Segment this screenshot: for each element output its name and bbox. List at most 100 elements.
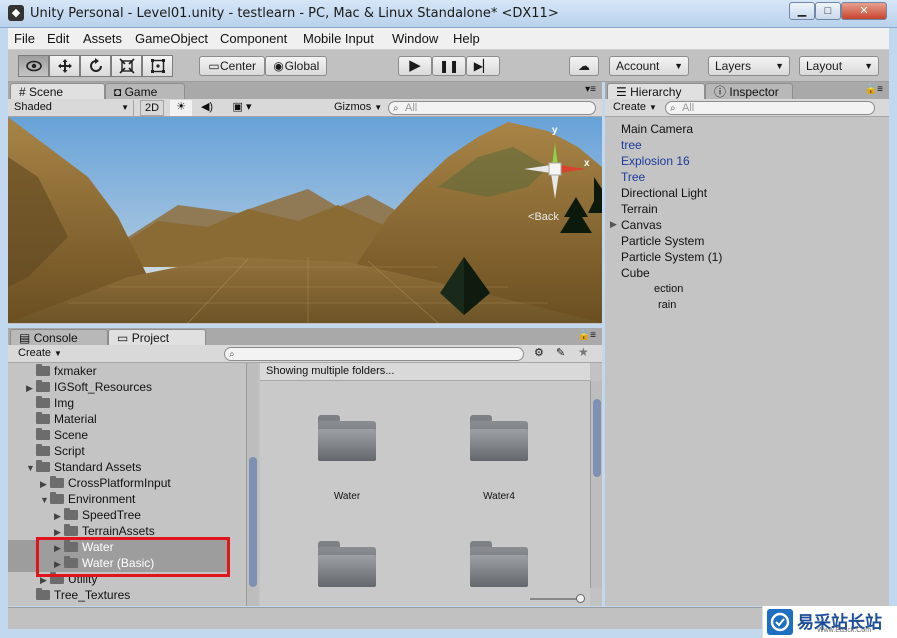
folder-tab-icon: ▭ [117, 331, 129, 345]
menu-component[interactable]: Component [220, 31, 287, 46]
tab-project[interactable]: ▭ Project [108, 329, 206, 346]
menu-window[interactable]: Window [392, 31, 438, 46]
layout-dropdown[interactable]: Layout ▼ [799, 56, 879, 76]
tree-row-fxmaker[interactable]: fxmaker [26, 364, 97, 380]
menu-help[interactable]: Help [453, 31, 480, 46]
dropdown-arrow-icon: ▼ [374, 103, 383, 112]
rotate-tool-button[interactable] [80, 55, 111, 77]
hierarchy-item-directional-light[interactable]: Directional Light [621, 186, 707, 200]
tree-row-label: Img [54, 396, 75, 410]
hierarchy-item-main-camera[interactable]: Main Camera [621, 122, 693, 136]
step-icon: ▶▏ [473, 59, 493, 73]
project-search-input[interactable]: ⌕ [224, 347, 524, 361]
favorites-star-icon[interactable]: ★ [578, 345, 589, 359]
hierarchy-search-input[interactable]: ⌕ All [665, 101, 875, 115]
rect-tool-button[interactable] [142, 55, 173, 77]
folder-icon [50, 492, 64, 504]
tab-inspector[interactable]: ⓘ Inspector [705, 83, 793, 100]
minimize-button[interactable]: ▁ [789, 2, 815, 20]
tab-hierarchy[interactable]: ☰ Hierarchy [607, 83, 705, 100]
orientation-gizmo[interactable] [516, 125, 596, 217]
scale-tool-button[interactable] [111, 55, 142, 77]
collapse-arrow-icon[interactable]: ▼ [40, 493, 50, 508]
tab-console[interactable]: ▤ Console [10, 329, 108, 346]
tree-row-material[interactable]: Material [26, 412, 97, 428]
tree-row-speedtree[interactable]: ▶ SpeedTree [54, 508, 141, 524]
hierarchy-item-particle-system[interactable]: Particle System [621, 234, 704, 248]
tree-row-igsoft-resources[interactable]: ▶ IGSoft_Resources [26, 380, 152, 396]
folder-icon-4[interactable] [470, 541, 528, 587]
filter-by-type-icon[interactable]: ⚙ [534, 346, 544, 359]
filter-by-label-icon[interactable]: ✎ [556, 346, 565, 359]
scene-search-input[interactable]: ⌕ All [388, 101, 596, 115]
hierarchy-item-partial-2[interactable]: rain [658, 299, 676, 311]
folder-grid-scrollbar[interactable] [590, 381, 602, 588]
cloud-button[interactable]: ☁ [569, 56, 599, 76]
hierarchy-item-particle-system-1[interactable]: Particle System (1) [621, 250, 722, 264]
menu-edit[interactable]: Edit [47, 31, 69, 46]
icon-size-slider-thumb[interactable] [576, 594, 585, 603]
layers-dropdown[interactable]: Layers ▼ [708, 56, 790, 76]
tree-row-standard-assets[interactable]: ▼ Standard Assets [26, 460, 141, 476]
shading-mode-dropdown[interactable]: Shaded ▼ [10, 100, 134, 116]
expand-arrow-icon[interactable]: ▶ [26, 381, 36, 396]
menu-mobile-input[interactable]: Mobile Input [303, 31, 374, 46]
watermark-sub: Www.Easck.Com [817, 627, 872, 634]
folder-tree-scrollbar[interactable] [246, 363, 258, 606]
pause-button[interactable]: ❚❚ [432, 56, 466, 76]
audio-toggle[interactable]: ◀) [196, 100, 218, 116]
tree-row-environment[interactable]: ▼ Environment [40, 492, 135, 508]
tree-row-tree-textures[interactable]: Tree_Textures [26, 588, 130, 604]
tree-row-crossplatforminput[interactable]: ▶ CrossPlatformInput [40, 476, 171, 492]
expand-arrow-icon[interactable]: ▶ [40, 477, 50, 492]
folder-icon [50, 476, 64, 488]
tree-row-scene[interactable]: Scene [26, 428, 88, 444]
hierarchy-item-tree-2[interactable]: Tree [621, 170, 645, 184]
pivot-center-button[interactable]: ▭Center [199, 56, 265, 76]
mode-2d-toggle[interactable]: 2D [140, 100, 164, 116]
hierarchy-item-explosion[interactable]: Explosion 16 [621, 154, 690, 168]
space-global-button[interactable]: ◉Global [265, 56, 327, 76]
hierarchy-item-tree[interactable]: tree [621, 138, 642, 152]
menu-gameobject[interactable]: GameObject [135, 31, 208, 46]
account-dropdown[interactable]: Account ▼ [609, 56, 689, 76]
project-create-dropdown[interactable]: Create ▼ [14, 346, 66, 362]
folder-icon-water4[interactable] [470, 415, 528, 461]
panel-menu-icon[interactable]: ▾≡ [585, 84, 596, 95]
hierarchy-item-cube[interactable]: Cube [621, 266, 650, 280]
rect-transform-icon [150, 59, 165, 73]
play-button[interactable]: ▶ [398, 56, 432, 76]
close-button[interactable]: ✕ [841, 2, 887, 20]
folder-icon-3[interactable] [318, 541, 376, 587]
gizmo-view-label[interactable]: <Back [528, 211, 559, 223]
scrollbar-thumb[interactable] [593, 399, 601, 477]
tree-row-script[interactable]: Script [26, 444, 85, 460]
collapse-arrow-icon[interactable]: ▼ [26, 461, 36, 476]
view-tool-button[interactable] [18, 55, 49, 77]
step-button[interactable]: ▶▏ [466, 56, 500, 76]
hierarchy-create-dropdown[interactable]: Create ▼ [609, 100, 661, 116]
folder-label-water4: Water4 [483, 491, 515, 502]
panel-menu-icon[interactable]: 🔒≡ [578, 330, 596, 341]
hierarchy-item-partial-1[interactable]: ection [654, 283, 683, 295]
menu-assets[interactable]: Assets [83, 31, 122, 46]
gizmos-dropdown[interactable]: Gizmos ▼ [330, 100, 382, 116]
hierarchy-item-terrain[interactable]: Terrain [621, 202, 658, 216]
tab-scene[interactable]: # Scene [10, 83, 105, 100]
move-tool-button[interactable] [49, 55, 80, 77]
tree-row-img[interactable]: Img [26, 396, 74, 412]
pivot-icon: ▭ [208, 59, 220, 73]
icon-size-slider[interactable] [530, 598, 582, 600]
effects-dropdown[interactable]: ▣ ▾ [224, 100, 260, 116]
expand-arrow-icon[interactable]: ▶ [610, 219, 617, 230]
expand-arrow-icon[interactable]: ▶ [54, 509, 64, 524]
menu-file[interactable]: File [14, 31, 35, 46]
folder-icon-water[interactable] [318, 415, 376, 461]
maximize-button[interactable]: □ [815, 2, 841, 20]
scene-viewport[interactable]: y x <Back [8, 117, 602, 323]
tab-game[interactable]: ◘ Game [105, 83, 185, 100]
hierarchy-item-canvas[interactable]: Canvas [621, 218, 662, 232]
lighting-toggle[interactable]: ☀ [170, 100, 192, 116]
scrollbar-thumb[interactable] [249, 457, 257, 587]
panel-menu-icon[interactable]: 🔒≡ [865, 84, 883, 95]
